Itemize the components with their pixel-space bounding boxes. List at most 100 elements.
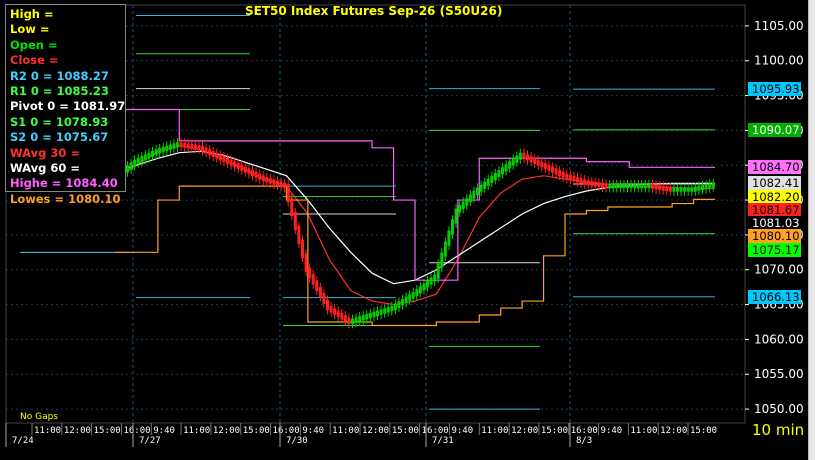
candle-body: [147, 152, 151, 159]
candle-body: [576, 177, 579, 183]
time-tick-label: 12:00: [64, 426, 91, 436]
time-tick-label: 12:00: [511, 426, 538, 436]
candle-body: [304, 253, 308, 272]
candle-body: [254, 171, 258, 178]
candle-body: [201, 145, 204, 152]
candle-body: [529, 156, 533, 163]
candle-body: [536, 159, 540, 166]
price-tag: 1084.70: [748, 160, 801, 175]
time-tick-label: 9:40: [153, 426, 175, 436]
candle-body: [315, 280, 319, 291]
candle-body: [668, 186, 672, 192]
candle-body: [290, 197, 294, 217]
legend-entry: S1 0 = 1078.93: [10, 114, 109, 129]
legend-entry: WAvg 60 =: [10, 161, 81, 176]
candle-body: [433, 274, 437, 282]
candle-body: [515, 155, 519, 163]
candle-body: [558, 170, 562, 177]
candle-body: [383, 308, 387, 314]
candle-body: [640, 184, 644, 189]
price-tick-label: 1070.00: [754, 263, 804, 277]
legend-entry: Open =: [10, 37, 58, 52]
candle-body: [447, 230, 451, 246]
time-tick-label: 11:00: [183, 426, 210, 436]
candle-body: [508, 161, 512, 169]
candle-body: [454, 208, 458, 224]
candle-body: [522, 152, 526, 159]
candle-body: [211, 150, 215, 157]
candle-body: [654, 184, 658, 190]
candle-body: [461, 201, 465, 210]
candle-body: [172, 143, 176, 149]
time-tick-label: 15:00: [243, 426, 270, 436]
candle-body: [308, 267, 312, 279]
candle-body: [440, 252, 444, 268]
candle-body: [693, 186, 697, 192]
candle-body: [472, 191, 476, 199]
candle-body: [676, 187, 679, 192]
candle-body: [140, 156, 144, 163]
candle-body: [601, 182, 604, 188]
candle-body: [215, 152, 219, 159]
candle-body: [129, 162, 133, 170]
legend-entry: S2 0 = 1075.67: [10, 130, 109, 145]
candle-body: [436, 263, 440, 279]
price-tag: 1090.07: [748, 122, 801, 137]
candle-body: [265, 177, 269, 183]
candle-body: [243, 166, 247, 173]
time-tick-label: 12:00: [362, 426, 389, 436]
candle-body: [486, 178, 490, 186]
candle-body: [661, 185, 665, 191]
legend-entry: Highe = 1084.40: [10, 176, 118, 191]
candle-body: [551, 166, 554, 173]
date-label: 7/30: [286, 436, 308, 446]
time-tick-label: 16:00: [571, 426, 598, 436]
time-tick-label: 11:00: [332, 426, 359, 436]
candle-body: [411, 292, 415, 299]
candle-body: [615, 184, 619, 189]
candle-body: [233, 161, 237, 168]
candle-body: [329, 305, 333, 313]
candle-body: [247, 168, 251, 175]
candle-body: [476, 187, 479, 196]
price-tag: 1066.13: [748, 289, 801, 304]
candle-body: [565, 173, 569, 179]
price-tick-label: 1100.00: [754, 54, 804, 68]
time-tick-label: 16:00: [123, 426, 150, 436]
candle-body: [533, 157, 537, 164]
interval-label[interactable]: 10 min: [752, 421, 804, 439]
candle-body: [490, 175, 494, 183]
legend-entry: Close =: [10, 53, 59, 68]
candle-body: [204, 147, 208, 154]
candle-body: [561, 171, 565, 178]
candle-body: [347, 317, 351, 325]
candle-body: [597, 182, 601, 188]
candle-body: [361, 315, 365, 321]
candle-body: [586, 180, 590, 186]
candle-body: [404, 296, 408, 304]
time-tick-label: 9:40: [601, 426, 623, 436]
candle-body: [593, 181, 597, 187]
time-tick-label: 15:00: [690, 426, 717, 436]
candle-body: [229, 159, 233, 166]
candle-body: [197, 145, 201, 150]
candle-body: [311, 274, 315, 285]
candle-body: [161, 146, 165, 153]
time-tick-label: 15:00: [541, 426, 568, 436]
candle-body: [590, 181, 594, 186]
candle-body: [665, 186, 669, 192]
candle-body: [429, 277, 433, 285]
window-edge: [808, 0, 815, 460]
time-tick-label: 12:00: [213, 426, 240, 436]
candle-body: [511, 158, 515, 166]
date-label: 7/31: [432, 436, 454, 446]
candle-body: [326, 299, 329, 311]
candle-body: [408, 294, 412, 301]
candle-body: [183, 142, 187, 148]
candle-body: [711, 182, 715, 188]
candle-body: [397, 301, 401, 308]
candle-body: [190, 143, 194, 149]
candle-body: [336, 310, 340, 318]
candle-body: [354, 317, 358, 323]
candle-body: [683, 187, 687, 192]
